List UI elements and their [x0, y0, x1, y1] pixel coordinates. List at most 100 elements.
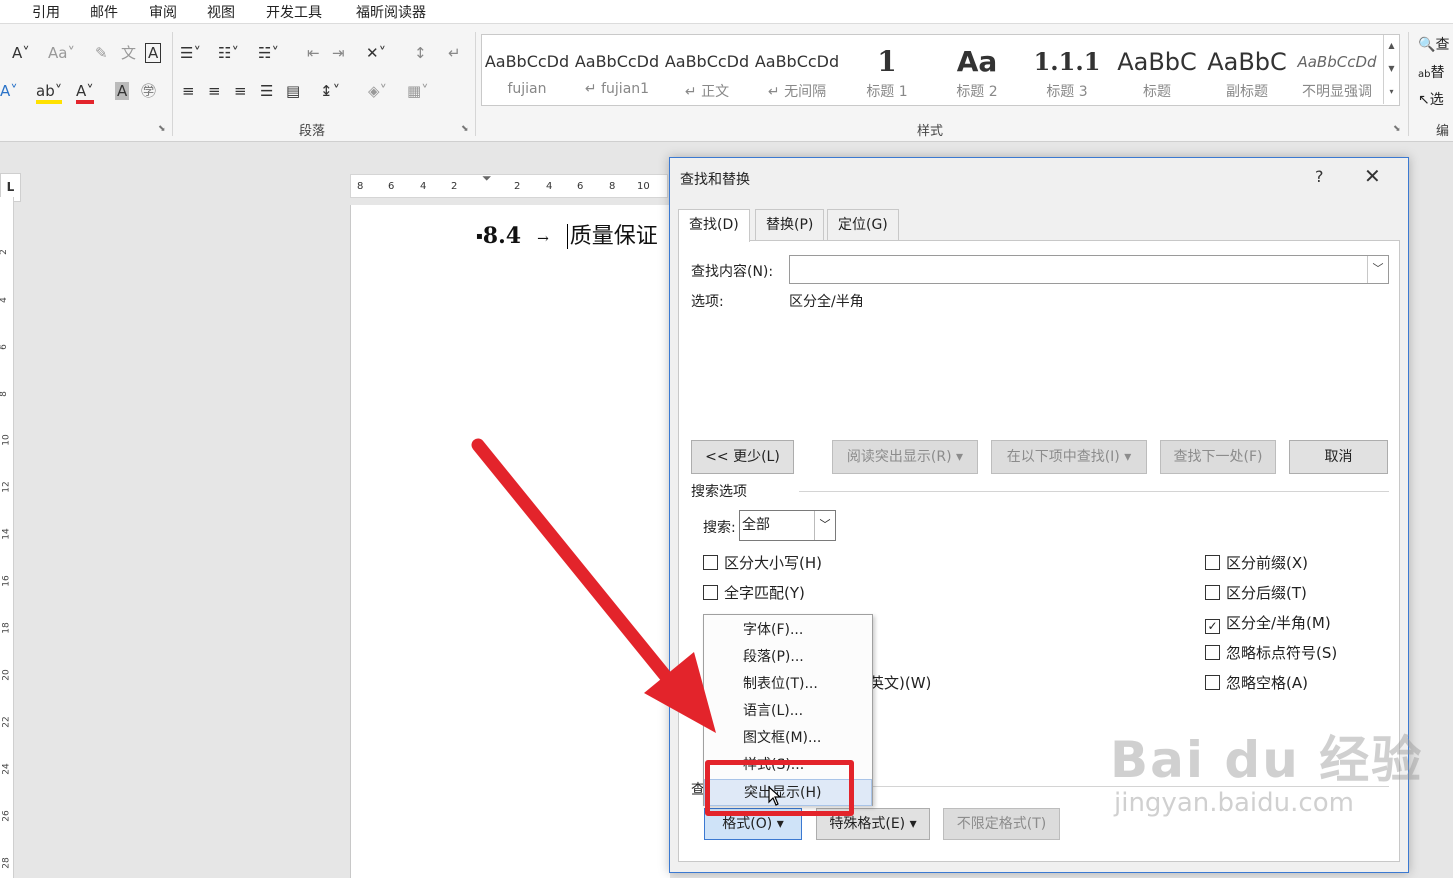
menu-item-frame[interactable]: 图文框(M)... — [704, 725, 872, 752]
style-sample: AaBbCcDd — [664, 52, 750, 71]
increase-indent-icon[interactable]: ⇥ — [332, 44, 345, 62]
ignore-punctuation-checkbox[interactable]: 忽略标点符号(S) — [1205, 642, 1337, 663]
style-heading-3[interactable]: 1.1.1 标题 3 — [1022, 35, 1112, 105]
match-prefix-checkbox[interactable]: 区分前缀(X) — [1205, 552, 1308, 573]
align-center-icon[interactable]: ≡ — [208, 82, 221, 100]
numbering-icon[interactable]: ☷˅ — [218, 44, 239, 62]
find-what-label: 查找内容(N): — [691, 264, 774, 280]
sort-icon[interactable]: ↕ — [414, 44, 427, 62]
borders-icon[interactable]: ▦˅ — [407, 82, 429, 100]
baidu-jingyan-watermark: Bai du 经验 jingyan.baidu.com — [1110, 720, 1423, 818]
font-size-decrease-icon[interactable]: A˅ — [12, 44, 30, 62]
help-button[interactable]: ? — [1315, 167, 1324, 186]
justify-icon[interactable]: ☰ — [260, 82, 273, 100]
no-formatting-button[interactable]: 不限定格式(T) — [943, 808, 1060, 840]
gallery-scroll-down-icon[interactable]: ▼ — [1383, 58, 1399, 81]
find-in-button[interactable]: 在以下项中查找(I) ▾ — [991, 440, 1147, 474]
cancel-button[interactable]: 取消 — [1289, 440, 1388, 474]
font-dialog-launcher-icon[interactable]: ⬊ — [158, 124, 166, 134]
tab-foxit-reader[interactable]: 福昕阅读器 — [356, 2, 426, 22]
match-suffix-checkbox[interactable]: 区分后缀(T) — [1205, 582, 1307, 603]
ruler-tick: 10 — [637, 181, 650, 192]
menu-item-tabs[interactable]: 制表位(T)... — [704, 671, 872, 698]
select-button[interactable]: ↖选 — [1418, 89, 1444, 109]
shading-icon[interactable]: ◈˅ — [368, 82, 387, 100]
checkbox-label: 区分后缀(T) — [1226, 584, 1307, 602]
tab-mailings[interactable]: 邮件 — [90, 2, 118, 22]
paragraph-dialog-launcher-icon[interactable]: ⬊ — [461, 124, 469, 134]
checkbox-box — [1205, 585, 1220, 600]
text-effects-icon[interactable]: A˅ — [0, 82, 18, 100]
tab-references[interactable]: 引用 — [32, 2, 60, 22]
ruler-tick: 2 — [451, 181, 458, 192]
less-button[interactable]: << 更少(L) — [691, 440, 794, 474]
line-spacing-icon[interactable]: ↨˅ — [320, 82, 340, 100]
style-heading-1[interactable]: 1 标题 1 — [842, 35, 932, 105]
style-sample: AaBbCcDd — [484, 52, 570, 71]
whole-word-checkbox[interactable]: 全字匹配(Y) — [703, 582, 805, 603]
ruler-tick: 10 — [1, 434, 12, 446]
ruler-tick: 6 — [577, 181, 584, 192]
style-fujian1[interactable]: AaBbCcDd ↵ fujian1 — [572, 35, 662, 105]
gallery-scroll-up-icon[interactable]: ▲ — [1383, 35, 1399, 58]
ribbon: A˅ Aa˅ ✎ 文 A A˅ ab˅ A˅ A ㊫ ☰˅ ☷˅ ☵˅ ⇤ ⇥ … — [0, 24, 1453, 142]
style-fujian[interactable]: AaBbCcDd fujian — [482, 35, 572, 105]
style-heading-2[interactable]: Aa 标题 2 — [932, 35, 1022, 105]
ruler-tick: 14 — [1, 528, 12, 540]
match-width-checkbox[interactable]: ✓ 区分全/半角(M) — [1205, 612, 1331, 634]
decrease-indent-icon[interactable]: ⇤ — [307, 44, 320, 62]
reading-highlight-button[interactable]: 阅读突出显示(R) ▾ — [832, 440, 978, 474]
format-button-label: 格式(O) — [722, 816, 773, 832]
document-heading[interactable]: ▪8.4 → 质量保证 — [476, 218, 658, 250]
char-shading-icon[interactable]: A — [115, 82, 130, 100]
menu-item-language[interactable]: 语言(L)... — [704, 698, 872, 725]
align-right-icon[interactable]: ≡ — [234, 82, 247, 100]
clear-format-icon[interactable]: ✎ — [95, 44, 108, 62]
menu-item-paragraph[interactable]: 段落(P)... — [704, 644, 872, 671]
styles-dialog-launcher-icon[interactable]: ⬊ — [1393, 124, 1401, 134]
chevron-down-icon[interactable]: ﹀ — [1367, 256, 1388, 283]
tab-replace[interactable]: 替换(P) — [755, 209, 825, 241]
enclose-char-icon[interactable]: ㊫ — [141, 82, 156, 100]
gallery-more-icon[interactable]: ▾ — [1383, 81, 1399, 104]
multilevel-list-icon[interactable]: ☵˅ — [258, 44, 279, 62]
binoculars-icon: 🔍 — [1418, 37, 1436, 53]
close-icon[interactable]: ✕ — [1364, 164, 1381, 188]
style-no-spacing[interactable]: AaBbCcDd ↵ 无间隔 — [752, 35, 842, 105]
distributed-icon[interactable]: ▤ — [286, 82, 300, 100]
replace-button[interactable]: ab替 — [1418, 62, 1444, 82]
tab-review[interactable]: 审阅 — [149, 2, 177, 22]
style-normal[interactable]: AaBbCcDd ↵ 正文 — [662, 35, 752, 105]
style-title[interactable]: AaBbC 标题 — [1112, 35, 1202, 105]
style-subtle-emphasis[interactable]: AaBbCcDd 不明显强调 — [1292, 35, 1382, 105]
match-case-checkbox[interactable]: 区分大小写(H) — [703, 552, 822, 573]
tab-find[interactable]: 查找(D) — [678, 209, 750, 242]
find-button[interactable]: 🔍查 — [1418, 34, 1449, 54]
tab-goto[interactable]: 定位(G) — [827, 209, 899, 241]
change-case-icon[interactable]: Aa˅ — [48, 44, 75, 62]
reading-highlight-label: 阅读突出显示(R) — [846, 449, 952, 465]
style-name: 标题 2 — [956, 84, 998, 100]
checkbox-box — [1205, 555, 1220, 570]
show-marks-icon[interactable]: ↵ — [448, 44, 461, 62]
highlight-color-icon[interactable]: ab˅ — [36, 82, 63, 104]
tab-view[interactable]: 视图 — [207, 2, 235, 22]
ruler-tick: 6 — [388, 181, 395, 192]
chinese-layout-icon[interactable]: ✕˅ — [366, 44, 386, 62]
tab-developer[interactable]: 开发工具 — [266, 2, 322, 22]
find-what-input[interactable]: ﹀ — [789, 255, 1389, 284]
style-sample: Aa — [956, 45, 998, 78]
bullets-icon[interactable]: ☰˅ — [180, 44, 201, 62]
document-page[interactable] — [350, 205, 670, 878]
phonetic-guide-icon[interactable]: 文 — [121, 44, 136, 62]
find-next-button[interactable]: 查找下一处(F) — [1160, 440, 1276, 474]
indent-marker-icon[interactable]: ⏷ — [482, 171, 492, 186]
style-subtitle[interactable]: AaBbC 副标题 — [1202, 35, 1292, 105]
search-direction-select[interactable]: 全部 ﹀ — [739, 510, 836, 541]
font-color-icon[interactable]: A˅ — [76, 82, 94, 104]
char-border-icon[interactable]: A — [145, 43, 162, 63]
menu-item-font[interactable]: 字体(F)... — [704, 617, 872, 644]
align-left-icon[interactable]: ≡ — [182, 82, 195, 100]
ignore-whitespace-checkbox[interactable]: 忽略空格(A) — [1205, 672, 1308, 693]
ruler-tick: 20 — [1, 669, 12, 681]
